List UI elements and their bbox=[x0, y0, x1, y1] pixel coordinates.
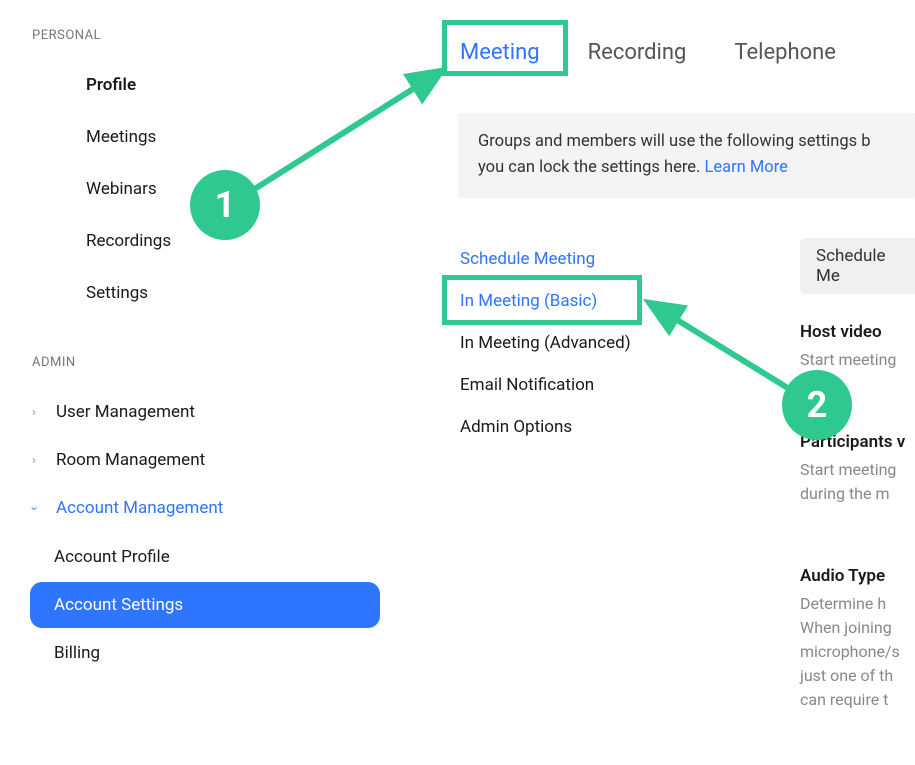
sidebar-admin-room-management[interactable]: › Room Management bbox=[0, 436, 410, 484]
chevron-right-icon: › bbox=[32, 405, 36, 420]
sidebar-sub-account-profile[interactable]: Account Profile bbox=[30, 534, 380, 580]
personal-header: PERSONAL bbox=[0, 28, 410, 61]
admin-item-label: Room Management bbox=[56, 450, 205, 470]
setting-participants: Participants v Start meeting during the … bbox=[800, 432, 915, 506]
info-text: Groups and members will use the followin… bbox=[478, 132, 871, 151]
setting-title: Audio Type bbox=[800, 566, 915, 586]
tab-meeting[interactable]: Meeting bbox=[460, 36, 540, 69]
tabs: Meeting Recording Telephone bbox=[410, 36, 915, 69]
chevron-right-icon: › bbox=[32, 453, 36, 468]
setting-desc: Start meeting during the m bbox=[800, 458, 915, 506]
annotation-circle-2: 2 bbox=[782, 370, 852, 440]
sidebar-admin-user-management[interactable]: › User Management bbox=[0, 388, 410, 436]
admin-header: ADMIN bbox=[0, 321, 410, 388]
sidebar-sub-billing[interactable]: Billing bbox=[30, 630, 380, 676]
sidebar-item-settings[interactable]: Settings bbox=[30, 269, 380, 317]
admin-item-label: User Management bbox=[56, 402, 195, 422]
setting-desc: Determine h When joining microphone/s ju… bbox=[800, 592, 915, 712]
setting-host-video: Host video Start meeting bbox=[800, 322, 915, 372]
annotation-circle-1: 1 bbox=[190, 170, 260, 240]
settings-section-header: Schedule Me bbox=[800, 238, 915, 294]
learn-more-link[interactable]: Learn More bbox=[704, 158, 787, 177]
info-text-2: you can lock the settings here. bbox=[478, 158, 704, 177]
setting-desc: Start meeting bbox=[800, 348, 915, 372]
sub-nav-schedule-meeting[interactable]: Schedule Meeting bbox=[460, 238, 760, 280]
tab-recording[interactable]: Recording bbox=[588, 36, 687, 69]
sidebar-sub-account-settings[interactable]: Account Settings bbox=[30, 582, 380, 628]
chevron-down-icon: › bbox=[26, 506, 41, 510]
sub-nav-admin-options[interactable]: Admin Options bbox=[460, 406, 760, 448]
admin-item-label: Account Management bbox=[56, 498, 223, 518]
setting-audio-type: Audio Type Determine h When joining micr… bbox=[800, 566, 915, 712]
info-box: Groups and members will use the followin… bbox=[458, 113, 915, 198]
tab-telephone[interactable]: Telephone bbox=[734, 36, 836, 69]
annotation-arrow-2 bbox=[636, 290, 806, 410]
annotation-arrow-1 bbox=[248, 60, 458, 200]
setting-title: Host video bbox=[800, 322, 915, 342]
sidebar-admin-account-management[interactable]: › Account Management bbox=[0, 484, 410, 532]
